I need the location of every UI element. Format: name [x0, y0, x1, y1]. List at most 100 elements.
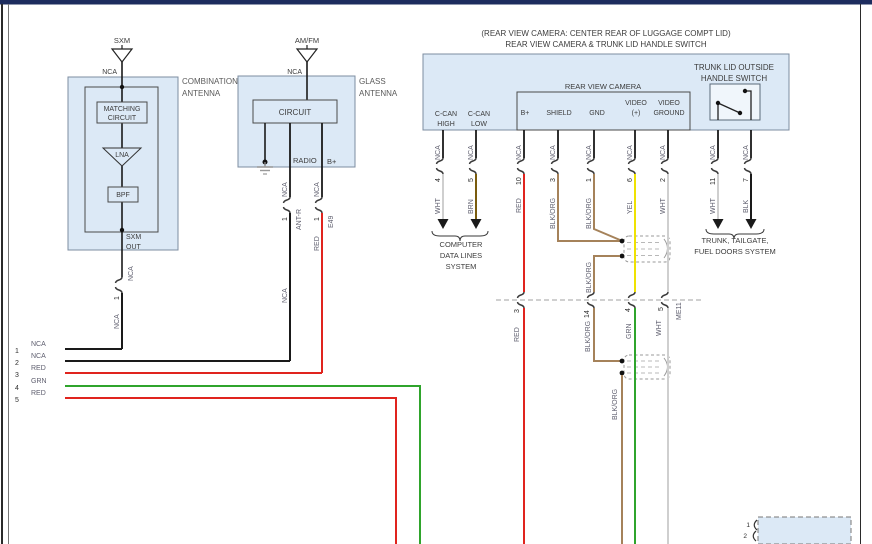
trunk-switch-title-1: TRUNK LID OUTSIDE	[694, 63, 774, 72]
combination-antenna-name-1: COMBINATION	[182, 77, 238, 86]
wire-color-label: BRN	[468, 199, 475, 214]
bus-num-5: 5	[15, 397, 19, 404]
camera-pin-video-1: VIDEO	[625, 100, 647, 107]
me11-pin-14: 14	[584, 310, 591, 318]
bplus-wire-lower-label: RED	[314, 236, 321, 251]
sxm-antenna-icon	[110, 45, 134, 63]
wire-pin: 5	[468, 178, 475, 182]
shield-bracket	[663, 357, 668, 377]
sxm-out-label-1: SXM	[126, 234, 141, 241]
wire-ccan-high: NCA 4 WHT	[435, 130, 449, 229]
wire-pin: 7	[743, 178, 750, 182]
wire-color-label: BLK	[743, 199, 750, 213]
wire-label: NCA	[550, 145, 557, 160]
wire-color-label-lower: RED	[514, 327, 521, 342]
computer-system-label-1: COMPUTER	[440, 240, 484, 249]
wire-video-plus: NCA 6 YEL 4 GRN	[625, 130, 636, 544]
bottom-pin-1: 1	[746, 522, 750, 529]
camera-pin-vgnd-1: VIDEO	[658, 100, 680, 107]
arrow-down-icon	[437, 219, 449, 229]
ccan-low-label-1: C-CAN	[468, 111, 490, 118]
wire-pin: 11	[710, 178, 717, 185]
me11-pin-3: 3	[514, 309, 521, 313]
amfm-antenna-label: AM/FM	[295, 36, 319, 45]
bottom-pin-2: 2	[743, 533, 747, 540]
wire-label: NCA	[435, 145, 442, 160]
combo-drop-upper-label: NCA	[128, 266, 135, 281]
wire-color-label: WHT	[435, 197, 442, 214]
bus-num-3: 3	[15, 372, 19, 379]
glass-antenna-name-1: GLASS	[359, 77, 386, 86]
wire-trunk-switch-left: NCA 11 WHT	[710, 130, 724, 229]
amfm-antenna-icon	[295, 45, 319, 63]
connector-hook	[753, 519, 758, 531]
bplus-pin-label: B+	[327, 157, 337, 166]
matching-circuit-label-1: MATCHING	[104, 106, 141, 113]
wire-color-label-lower: BLK/ORG	[585, 321, 592, 352]
wire-color-label: WHT	[710, 197, 717, 214]
wire-pin: 6	[627, 178, 634, 182]
wire-color-label-lower: GRN	[626, 323, 633, 339]
arrow-down-icon	[470, 219, 482, 229]
bus-label-3: RED	[31, 365, 46, 372]
combo-drop-pin: 1	[114, 296, 121, 300]
bpf-label: BPF	[116, 192, 130, 199]
bus-label-4: GRN	[31, 378, 47, 385]
wire-pin: 1	[586, 178, 593, 182]
wire-color-label: BLK/ORG	[550, 198, 557, 229]
ccan-low-label-2: LOW	[471, 121, 487, 128]
header-line-2: REAR VIEW CAMERA & TRUNK LID HANDLE SWIT…	[505, 40, 706, 49]
left-wire-bus: 1 2 3 4 5 NCA NCA RED GRN RED	[15, 341, 421, 544]
combo-drop-wire: NCA 1 NCA	[114, 266, 135, 349]
glass-antenna-section: GLASS ANTENNA AM/FM NCA CIRCUIT RADIO B+	[237, 36, 398, 373]
sxm-top-wire-label: NCA	[102, 69, 117, 76]
wire-trunk-switch-right: NCA 7 BLK	[743, 130, 757, 229]
wire-color-label: WHT	[660, 197, 667, 214]
radio-wire-connector: ANT-R	[296, 209, 303, 230]
wire-label: NCA	[743, 145, 750, 160]
glass-antenna-name-2: ANTENNA	[359, 89, 398, 98]
bplus-wire-connector: E49	[328, 215, 335, 228]
sxm-out-label-2: OUT	[126, 244, 142, 251]
arrow-down-icon	[745, 219, 757, 229]
trunk-system-label-2: FUEL DOORS SYSTEM	[694, 247, 775, 256]
bottom-right-connector: 1 2	[743, 516, 852, 544]
computer-system-label-2: DATA LINES	[440, 251, 482, 260]
me11-pin-4: 4	[625, 308, 632, 312]
computer-system-label-3: SYSTEM	[446, 262, 477, 271]
wire-color-label: YEL	[627, 201, 634, 214]
trunk-switch-title-2: HANDLE SWITCH	[701, 74, 767, 83]
radio-wire-lower-label: NCA	[282, 288, 289, 303]
wire-pin: 3	[550, 178, 557, 182]
arrow-down-icon	[712, 219, 724, 229]
wire-label: NCA	[660, 145, 667, 160]
bus-num-4: 4	[15, 385, 19, 392]
me11-pin-5: 5	[658, 307, 665, 311]
wire-label: NCA	[516, 145, 523, 160]
combo-drop-lower-label: NCA	[114, 314, 121, 329]
shielded-cable-symbol-lower: BLK/ORG	[612, 354, 671, 544]
wire-bplus-red: NCA 10 RED 3 RED	[514, 130, 525, 544]
sxm-antenna-label: SXM	[114, 36, 130, 45]
diagram-header: (REAR VIEW CAMERA: CENTER REAR OF LUGGAG…	[481, 29, 731, 49]
connector-dashed-box	[757, 516, 852, 544]
wire-color-label-bottom: BLK/ORG	[612, 389, 619, 420]
ccan-high-label-2: HIGH	[437, 121, 455, 128]
wire-pin: 4	[435, 178, 442, 182]
wiring-diagram-canvas: (REAR VIEW CAMERA: CENTER REAR OF LUGGAG…	[0, 0, 872, 544]
wire-shield: NCA 3 BLK/ORG	[550, 130, 620, 242]
bus-label-2: NCA	[31, 353, 46, 360]
wire-color-label: RED	[516, 198, 523, 213]
glass-circuit-label: CIRCUIT	[279, 108, 312, 117]
wire-label: NCA	[586, 145, 593, 160]
bus-label-1: NCA	[31, 341, 46, 348]
wiring-diagram-page: (REAR VIEW CAMERA: CENTER REAR OF LUGGAG…	[0, 0, 872, 544]
ccan-high-label-1: C-CAN	[435, 111, 457, 118]
bus-num-1: 1	[15, 348, 19, 355]
radio-wire-upper-label: NCA	[282, 182, 289, 197]
bplus-wire-pin: 1	[314, 217, 321, 221]
trunk-system-label-1: TRUNK, TAILGATE,	[701, 236, 768, 245]
shielded-cable-symbol-upper: BLK/ORG 14 BLK/ORG	[584, 235, 671, 362]
radio-pin-label: RADIO	[293, 156, 317, 165]
shield-bracket	[663, 238, 668, 259]
